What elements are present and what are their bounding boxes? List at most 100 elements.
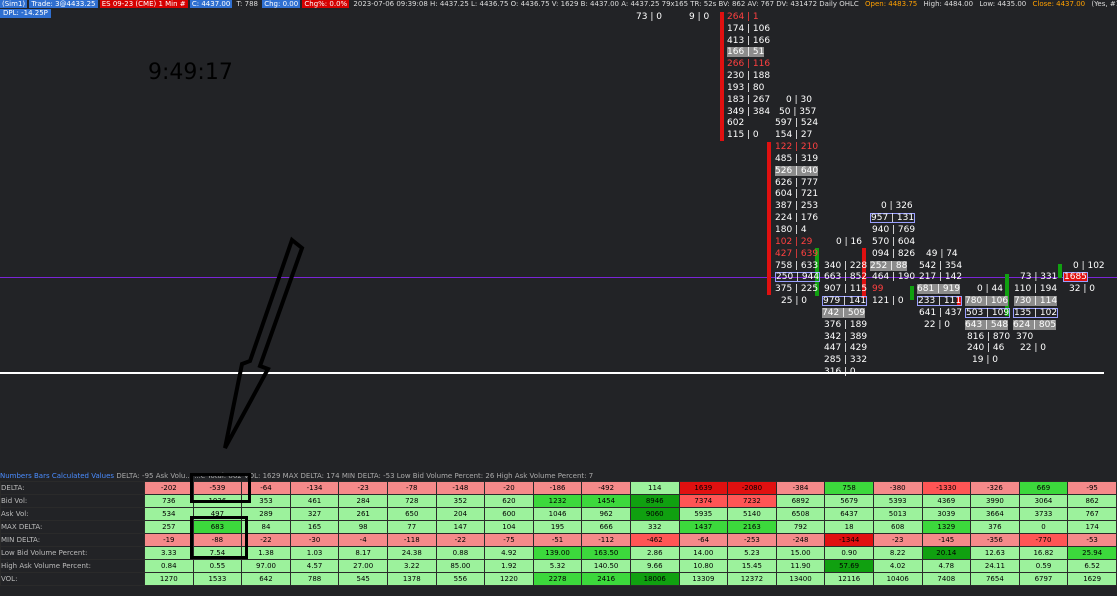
table-cell: 25.94 — [1067, 546, 1117, 560]
table-cell: 608 — [872, 520, 923, 534]
table-cell: 2163 — [727, 520, 777, 534]
table-cell: -248 — [775, 533, 826, 547]
table-cell: 5.23 — [727, 546, 777, 560]
table-cell: 77 — [386, 520, 437, 534]
table-cell: -64 — [678, 533, 729, 547]
table-cell: 5013 — [872, 507, 923, 521]
footprint-cell-poc: 979 | 141 — [822, 296, 868, 306]
table-cell: -770 — [1018, 533, 1069, 547]
table-cell: -53 — [1067, 533, 1117, 547]
row-label: VOL: — [0, 572, 145, 586]
row-label: DELTA: — [0, 481, 145, 495]
table-cell: 8946 — [629, 494, 680, 508]
table-cell: 289 — [241, 507, 291, 521]
table-cell: -492 — [581, 481, 631, 495]
table-cell: 16.82 — [1018, 546, 1069, 560]
footprint-cell: 387 | 253 — [775, 201, 819, 211]
table-cell: 0 — [1018, 520, 1069, 534]
clock-time: 9:49:17 — [148, 60, 233, 85]
table-cell: 284 — [338, 494, 388, 508]
account-label: (Sim1) — [0, 0, 28, 8]
table-cell: 4.02 — [872, 559, 923, 573]
table-cell: 1.92 — [484, 559, 534, 573]
footprint-cell-poc: 250 | 944 — [775, 272, 821, 282]
table-cell: 98 — [338, 520, 388, 534]
table-cell: 650 — [386, 507, 437, 521]
table-cell: 27.00 — [338, 559, 388, 573]
table-cell: 12116 — [824, 572, 874, 586]
footprint-cell: 121 | 0 — [872, 296, 904, 306]
dpl-label: DPL: -14.25P — [0, 9, 51, 18]
annotation-box — [190, 516, 248, 559]
footprint-cell: 166 | 51 — [727, 47, 765, 57]
table-cell: 3064 — [1018, 494, 1069, 508]
footprint-cell: 252 | 88 — [870, 261, 908, 271]
table-cell: 6508 — [775, 507, 826, 521]
table-cell: 7232 — [727, 494, 777, 508]
footprint-cell: 663 | 852 — [824, 272, 868, 282]
table-cell: 1270 — [144, 572, 194, 586]
table-cell: 5935 — [678, 507, 729, 521]
table-cell: 2.86 — [629, 546, 680, 560]
table-cell: -78 — [386, 481, 437, 495]
table-cell: -20 — [484, 481, 534, 495]
footprint-cell: 110 | 194 — [1014, 284, 1058, 294]
footprint-cell: 526 | 640 — [775, 166, 819, 176]
horizontal-level-line — [0, 372, 1104, 374]
table-cell: 461 — [289, 494, 340, 508]
table-cell: -384 — [775, 481, 826, 495]
table-cell: 4.57 — [289, 559, 340, 573]
table-cell: -51 — [532, 533, 583, 547]
footprint-cell: 597 | 524 — [775, 118, 819, 128]
footprint-cell: 641 | 437 — [919, 308, 963, 318]
table-cell: 1454 — [581, 494, 631, 508]
table-cell: 3.22 — [386, 559, 437, 573]
table-cell: 0.55 — [192, 559, 243, 573]
footprint-cell: 183 | 267 — [727, 95, 771, 105]
table-cell: -95 — [1067, 481, 1117, 495]
table-cell: 257 — [144, 520, 194, 534]
table-cell: 642 — [241, 572, 291, 586]
table-cell: 0.90 — [824, 546, 874, 560]
table-cell: 788 — [289, 572, 340, 586]
footprint-cell: 940 | 769 — [872, 225, 916, 235]
footprint-cell: 224 | 176 — [775, 213, 819, 223]
table-cell: -1344 — [824, 533, 874, 547]
footprint-cell: 25 | 0 — [781, 296, 807, 306]
table-cell: -75 — [484, 533, 534, 547]
table-cell: 1378 — [386, 572, 437, 586]
table-cell: 0.88 — [435, 546, 486, 560]
footprint-cell: 780 | 106 — [965, 296, 1009, 306]
row-label: MAX DELTA: — [0, 520, 145, 534]
table-cell: 6437 — [824, 507, 874, 521]
footprint-cell: 464 | 190 — [872, 272, 916, 282]
table-cell: 3664 — [970, 507, 1020, 521]
table-cell: -19 — [144, 533, 194, 547]
calculated-values-table: DELTA: -202 -539 -64 -134 -23 -78 -148 -20 -186 -4… — [0, 481, 1117, 586]
table-cell: 376 — [970, 520, 1020, 534]
footprint-cell: 102 | 29 — [775, 237, 813, 247]
table-cell: -380 — [872, 481, 923, 495]
table-cell: 5.32 — [532, 559, 583, 573]
table-row: DELTA: -202 -539 -64 -134 -23 -78 -148 -20 -186 -4… — [0, 481, 1117, 495]
table-cell: 7374 — [678, 494, 729, 508]
footprint-cell: 758 | 633 — [775, 261, 819, 271]
footprint-cell: 154 | 27 — [775, 130, 813, 140]
table-cell: 12.63 — [970, 546, 1020, 560]
footprint-cell-poc: 1685 — [1063, 272, 1088, 282]
footprint-cell: 742 | 509 — [822, 308, 866, 318]
table-cell: 147 — [435, 520, 486, 534]
calculated-values-header: Numbers Bars Calculated Values DELTA: -9… — [0, 471, 1117, 481]
table-cell: 6797 — [1018, 572, 1069, 586]
table-cell: 114 — [629, 481, 680, 495]
footprint-cell: 094 | 826 — [872, 249, 916, 259]
table-cell: 10.80 — [678, 559, 729, 573]
table-cell: 1232 — [532, 494, 583, 508]
calculated-values-title: Numbers Bars Calculated Values — [0, 472, 115, 480]
footprint-cell: 643 | 548 — [965, 320, 1009, 330]
footprint-cell: 193 | 80 — [727, 83, 765, 93]
table-cell: 792 — [775, 520, 826, 534]
change-label: Chg: 0.00 — [262, 0, 301, 8]
last-price-label: C: 4437.00 — [189, 0, 233, 8]
table-cell: 545 — [338, 572, 388, 586]
